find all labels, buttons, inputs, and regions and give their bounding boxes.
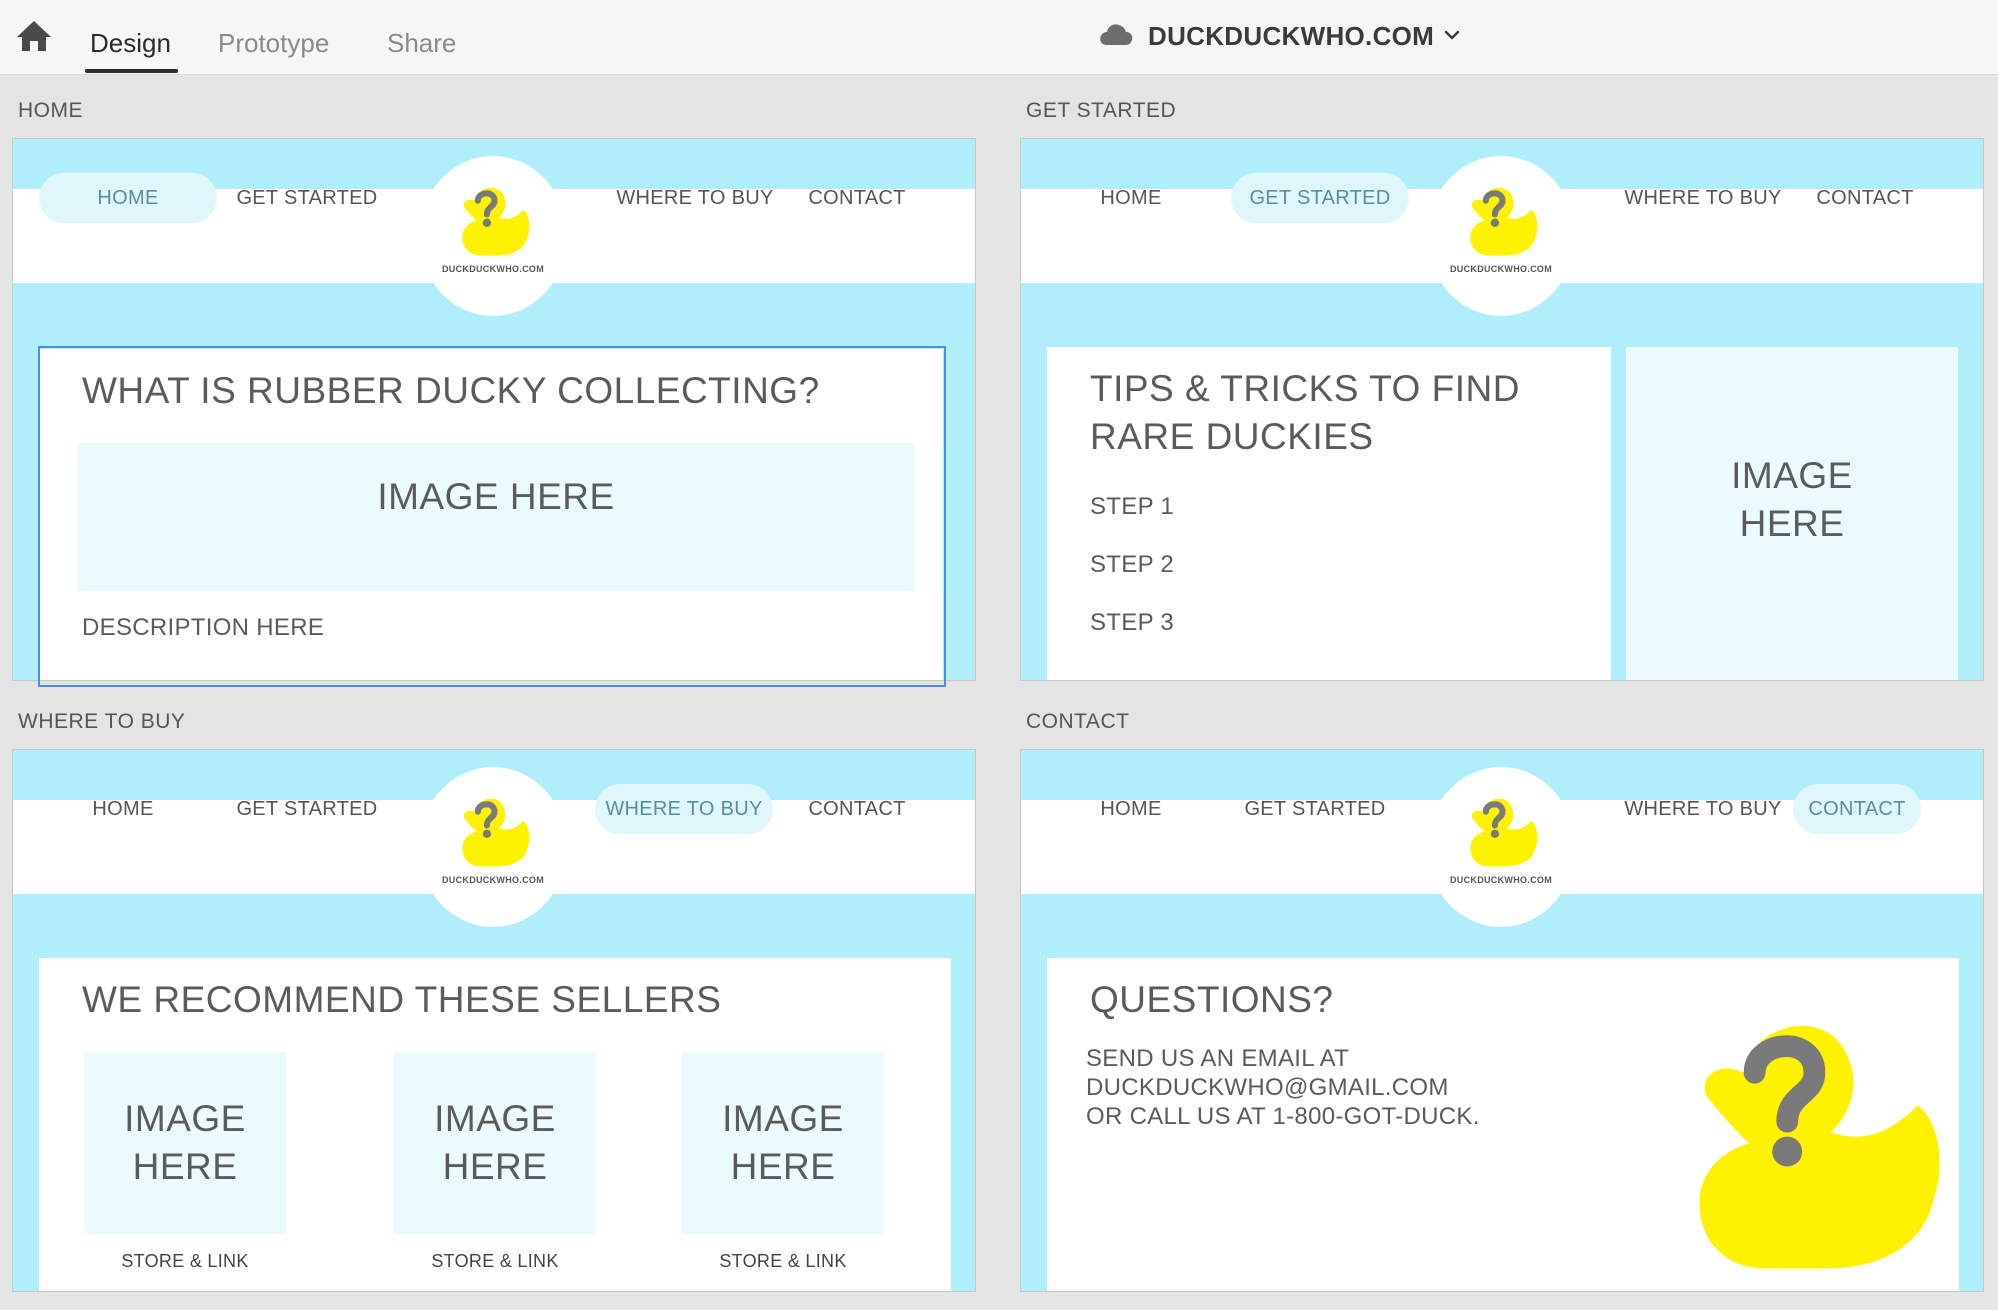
nav-where-to-buy[interactable]: WHERE TO BUY: [1615, 784, 1791, 834]
nav-home[interactable]: HOME: [1071, 784, 1191, 834]
logo-text: DUCKDUCKWHO.COM: [1450, 875, 1552, 885]
cloud-icon: [1098, 22, 1134, 51]
nav-where-to-buy[interactable]: WHERE TO BUY: [607, 173, 783, 223]
store-link[interactable]: STORE & LINK: [678, 1251, 888, 1272]
content-panel[interactable]: WE RECOMMEND THESE SELLERS IMAGE HERE ST…: [39, 958, 951, 1291]
store-link[interactable]: STORE & LINK: [80, 1251, 290, 1272]
artboard-label-where-to-buy[interactable]: WHERE TO BUY: [18, 710, 185, 734]
home-icon[interactable]: [14, 18, 54, 54]
contact-text: SEND US AN EMAIL AT DUCKDUCKWHO@GMAIL.CO…: [1086, 1044, 1480, 1131]
artboard-home[interactable]: HOME GET STARTED WHERE TO BUY CONTACT DU…: [12, 138, 976, 681]
heading-line: TIPS & TRICKS TO FIND: [1090, 368, 1520, 409]
step-item: STEP 1: [1090, 493, 1175, 520]
logo-text: DUCKDUCKWHO.COM: [1450, 264, 1552, 274]
nav-get-started[interactable]: GET STARTED: [1231, 173, 1409, 223]
nav-contact[interactable]: CONTACT: [1793, 784, 1921, 834]
content-panel[interactable]: WHAT IS RUBBER DUCKY COLLECTING? IMAGE H…: [39, 349, 943, 680]
active-tab-indicator: [85, 69, 178, 73]
artboard-where-to-buy[interactable]: HOME GET STARTED WHERE TO BUY CONTACT DU…: [12, 749, 976, 1292]
image-placeholder-text: IMAGE: [434, 1098, 556, 1139]
top-toolbar: Design Prototype Share DUCKDUCKWHO.COM: [0, 0, 1998, 75]
tab-design[interactable]: Design: [90, 28, 171, 59]
description-text: DESCRIPTION HERE: [82, 614, 325, 641]
logo-text: DUCKDUCKWHO.COM: [442, 875, 544, 885]
logo-text: DUCKDUCKWHO.COM: [442, 264, 544, 274]
nav-home[interactable]: HOME: [1071, 173, 1191, 223]
nav-home[interactable]: HOME: [39, 173, 217, 223]
duck-illustration-icon[interactable]: [1673, 1002, 1945, 1274]
contact-line: SEND US AN EMAIL AT: [1086, 1045, 1350, 1072]
content-panel[interactable]: QUESTIONS? SEND US AN EMAIL AT DUCKDUCKW…: [1047, 958, 1959, 1291]
tab-prototype[interactable]: Prototype: [218, 28, 329, 59]
image-placeholder-text: HERE: [1739, 502, 1845, 544]
artboard-get-started[interactable]: HOME GET STARTED WHERE TO BUY CONTACT DU…: [1020, 138, 1984, 681]
image-placeholder-text: HERE: [730, 1146, 836, 1187]
duck-logo-icon[interactable]: [1461, 792, 1541, 868]
document-title: DUCKDUCKWHO.COM: [1148, 20, 1435, 51]
section-heading: WHAT IS RUBBER DUCKY COLLECTING?: [82, 370, 820, 411]
nav-get-started[interactable]: GET STARTED: [229, 784, 385, 834]
artboard-label-contact[interactable]: CONTACT: [1026, 710, 1129, 734]
nav-contact[interactable]: CONTACT: [797, 784, 917, 834]
contact-line: OR CALL US AT 1-800-GOT-DUCK.: [1086, 1103, 1480, 1130]
step-item: STEP 3: [1090, 609, 1175, 636]
chevron-down-icon[interactable]: [1444, 27, 1460, 45]
nav-contact[interactable]: CONTACT: [1805, 173, 1925, 223]
image-placeholder-text: IMAGE: [1731, 454, 1853, 496]
image-placeholder[interactable]: IMAGE HERE: [1626, 347, 1958, 680]
contact-line: DUCKDUCKWHO@GMAIL.COM: [1086, 1074, 1449, 1101]
seller-image-placeholder[interactable]: IMAGE HERE: [682, 1052, 884, 1234]
seller-image-placeholder[interactable]: IMAGE HERE: [394, 1052, 596, 1234]
image-placeholder-text: IMAGE: [124, 1098, 246, 1139]
nav-get-started[interactable]: GET STARTED: [229, 173, 385, 223]
image-placeholder-text: IMAGE: [722, 1098, 844, 1139]
nav-home[interactable]: HOME: [63, 784, 183, 834]
step-item: STEP 2: [1090, 551, 1175, 578]
tab-share[interactable]: Share: [387, 28, 456, 59]
nav-where-to-buy[interactable]: WHERE TO BUY: [1615, 173, 1791, 223]
section-heading: TIPS & TRICKS TO FIND RARE DUCKIES: [1090, 365, 1520, 461]
section-heading: WE RECOMMEND THESE SELLERS: [82, 979, 722, 1020]
seller-image-placeholder[interactable]: IMAGE HERE: [84, 1052, 286, 1234]
image-placeholder-text: HERE: [442, 1146, 548, 1187]
heading-line: RARE DUCKIES: [1090, 416, 1374, 457]
store-link[interactable]: STORE & LINK: [390, 1251, 600, 1272]
content-panel[interactable]: TIPS & TRICKS TO FIND RARE DUCKIES STEP …: [1047, 347, 1611, 680]
section-heading: QUESTIONS?: [1090, 979, 1334, 1020]
duck-logo-icon[interactable]: [453, 792, 533, 868]
nav-get-started[interactable]: GET STARTED: [1237, 784, 1393, 834]
artboard-label-home[interactable]: HOME: [18, 99, 83, 123]
artboard-contact[interactable]: HOME GET STARTED WHERE TO BUY CONTACT DU…: [1020, 749, 1984, 1292]
artboard-label-get-started[interactable]: GET STARTED: [1026, 99, 1176, 123]
image-placeholder-text: HERE: [132, 1146, 238, 1187]
nav-contact[interactable]: CONTACT: [797, 173, 917, 223]
document-title-menu[interactable]: DUCKDUCKWHO.COM: [1098, 18, 1460, 54]
nav-where-to-buy[interactable]: WHERE TO BUY: [595, 784, 773, 834]
duck-logo-icon[interactable]: [1461, 181, 1541, 257]
duck-logo-icon[interactable]: [453, 181, 533, 257]
image-placeholder[interactable]: IMAGE HERE: [78, 443, 914, 591]
